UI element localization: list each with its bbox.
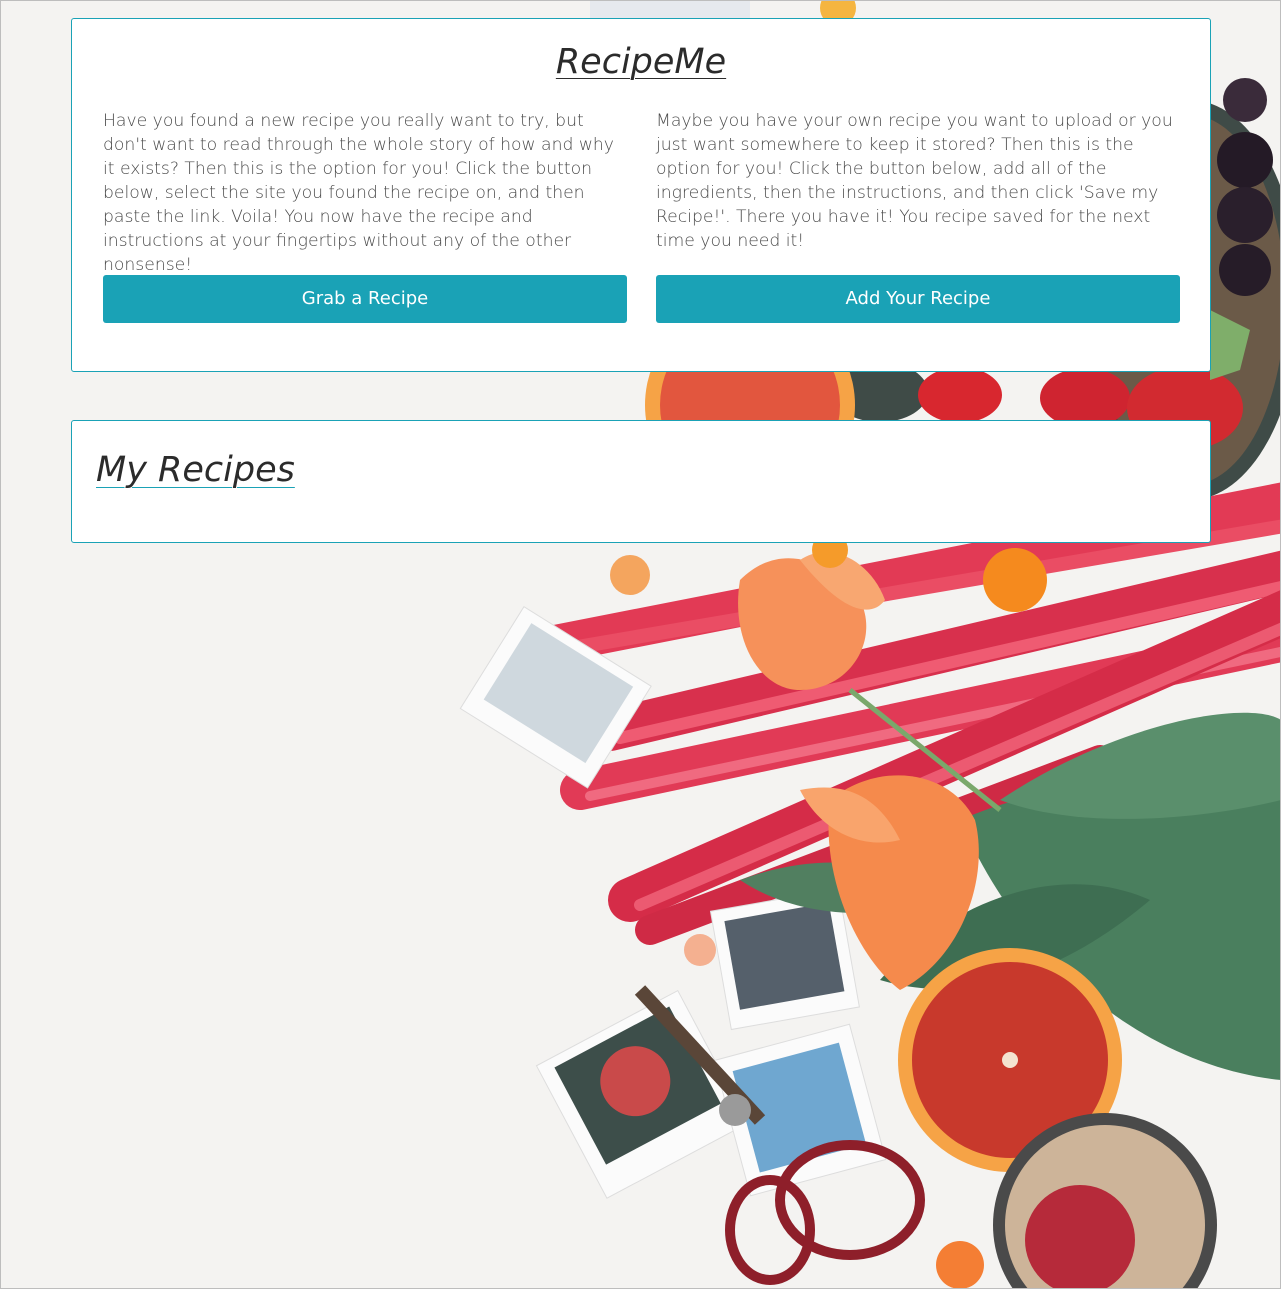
site-title: RecipeMe bbox=[72, 41, 1210, 83]
grab-recipe-description: Have you found a new recipe you really w… bbox=[103, 111, 614, 275]
my-recipes-card: My Recipes bbox=[71, 420, 1211, 543]
my-recipes-heading: My Recipes bbox=[96, 449, 295, 491]
add-recipe-button[interactable]: Add Your Recipe bbox=[656, 275, 1180, 323]
intro-card: RecipeMe Have you found a new recipe you… bbox=[71, 18, 1211, 372]
my-recipes-heading-text: My Recipes bbox=[96, 450, 295, 490]
site-title-text: RecipeMe bbox=[555, 42, 727, 82]
add-recipe-description: Maybe you have your own recipe you want … bbox=[656, 111, 1173, 251]
grab-recipe-button[interactable]: Grab a Recipe bbox=[103, 275, 627, 323]
